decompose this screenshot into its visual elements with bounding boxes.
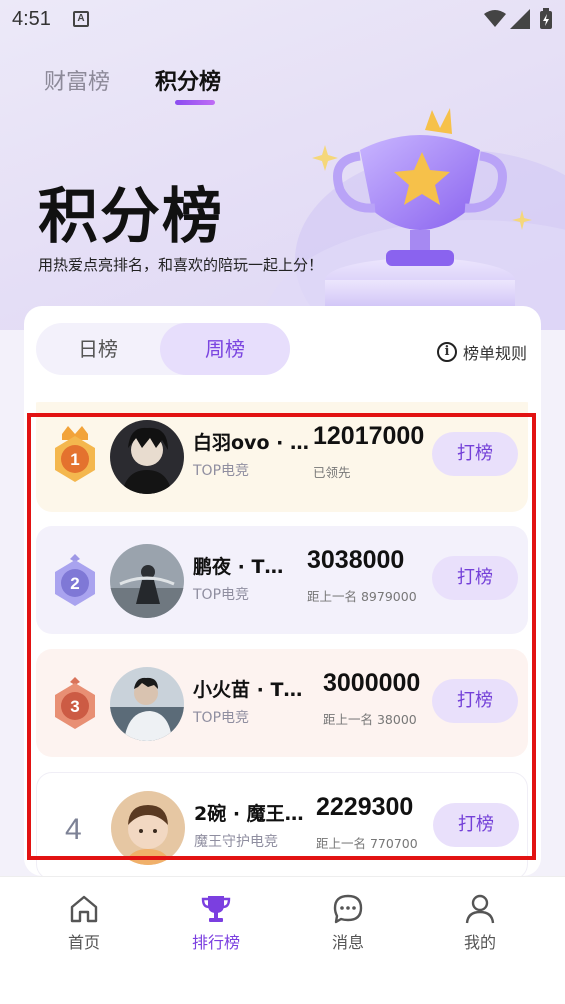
boost-button[interactable]: 打榜 [433, 803, 519, 847]
score-gap: 已领先 [313, 465, 351, 480]
silver-medal-icon: 2 [55, 554, 95, 606]
active-tab-indicator [175, 100, 215, 105]
nav-profile[interactable]: 我的 [440, 893, 520, 953]
club-tag: TOP电竞 [193, 710, 250, 726]
nav-label: 消息 [331, 933, 364, 952]
nav-label: 首页 [67, 933, 100, 952]
trophy-icon [201, 896, 231, 922]
score-gap: 距上一名 38000 [323, 712, 417, 727]
gold-medal-icon: 1 [55, 426, 95, 482]
nav-messages[interactable]: 消息 [308, 893, 388, 953]
trophy-illustration [312, 108, 532, 310]
message-icon [333, 894, 363, 924]
ranking-row[interactable]: 3 小火苗 · T… TOP电竞 3000000 距上一名 38000 打榜 [36, 649, 528, 757]
svg-text:1: 1 [70, 450, 79, 469]
avatar[interactable] [111, 791, 185, 865]
nav-label: 排行榜 [191, 933, 240, 952]
player-name: 小火苗 · T… [193, 679, 303, 701]
ranking-card: 日榜 周榜 i 榜单规则 1 白羽ovo · … TOP电竞 12017000 … [24, 306, 541, 876]
score: 3000000 [323, 669, 421, 697]
ranking-row[interactable]: 1 白羽ovo · … TOP电竞 12017000 已领先 打榜 [36, 402, 528, 512]
rules-label: 榜单规则 [462, 344, 527, 363]
rank-number: 4 [65, 813, 82, 846]
tab-weekly[interactable]: 周榜 [160, 323, 290, 375]
notification-icon: A [73, 11, 89, 27]
status-bar: 4:51 A [0, 0, 565, 40]
battery-icon [540, 8, 552, 29]
club-tag: TOP电竞 [193, 587, 250, 603]
nav-ranking[interactable]: 排行榜 [176, 893, 256, 953]
signal-icon [510, 9, 530, 29]
home-icon [70, 895, 98, 923]
score-gap: 距上一名 8979000 [307, 589, 417, 604]
page-title: 积分榜 [38, 182, 224, 252]
player-name: 白羽ovo · … [193, 432, 309, 454]
status-time: 4:51 [12, 8, 51, 30]
boost-button[interactable]: 打榜 [432, 432, 518, 476]
info-icon: i [436, 342, 457, 362]
score-gap: 距上一名 770700 [316, 836, 418, 851]
score: 12017000 [313, 422, 425, 450]
score: 3038000 [307, 546, 405, 574]
score: 2229300 [316, 793, 414, 821]
bronze-medal-icon: 3 [55, 677, 95, 729]
period-switch: 日榜 周榜 [36, 323, 290, 375]
ranking-row[interactable]: 4 2碗 · 魔王… 魔王守护电竞 2229300 距上一名 770700 打榜 [36, 772, 528, 876]
page-subtitle: 用热爱点亮排名，和喜欢的陪玩一起上分！ [38, 256, 324, 274]
player-name: 2碗 · 魔王… [194, 803, 304, 825]
tab-daily[interactable]: 日榜 [36, 323, 160, 375]
nav-home[interactable]: 首页 [44, 893, 124, 953]
player-name: 鹏夜 · T… [193, 556, 284, 578]
svg-text:3: 3 [70, 697, 79, 716]
bottom-nav: 首页 排行榜 消息 我的 [0, 876, 565, 1004]
club-tag: TOP电竞 [193, 463, 250, 479]
ranking-list: 1 白羽ovo · … TOP电竞 12017000 已领先 打榜 2 鹏夜 ·… [24, 402, 541, 876]
rules-link[interactable]: i 榜单规则 [436, 340, 527, 364]
boost-button[interactable]: 打榜 [432, 556, 518, 600]
profile-icon [465, 894, 495, 924]
wifi-icon [484, 10, 506, 27]
tab-points-ranking[interactable]: 积分榜 [155, 64, 221, 96]
svg-text:2: 2 [70, 574, 79, 593]
boost-button[interactable]: 打榜 [432, 679, 518, 723]
ranking-row[interactable]: 2 鹏夜 · T… TOP电竞 3038000 距上一名 8979000 打榜 [36, 526, 528, 634]
tab-wealth-ranking[interactable]: 财富榜 [44, 64, 110, 96]
avatar[interactable] [110, 667, 184, 741]
club-tag: 魔王守护电竞 [194, 834, 278, 850]
avatar[interactable] [110, 420, 184, 494]
avatar[interactable] [110, 544, 184, 618]
nav-label: 我的 [463, 933, 496, 952]
